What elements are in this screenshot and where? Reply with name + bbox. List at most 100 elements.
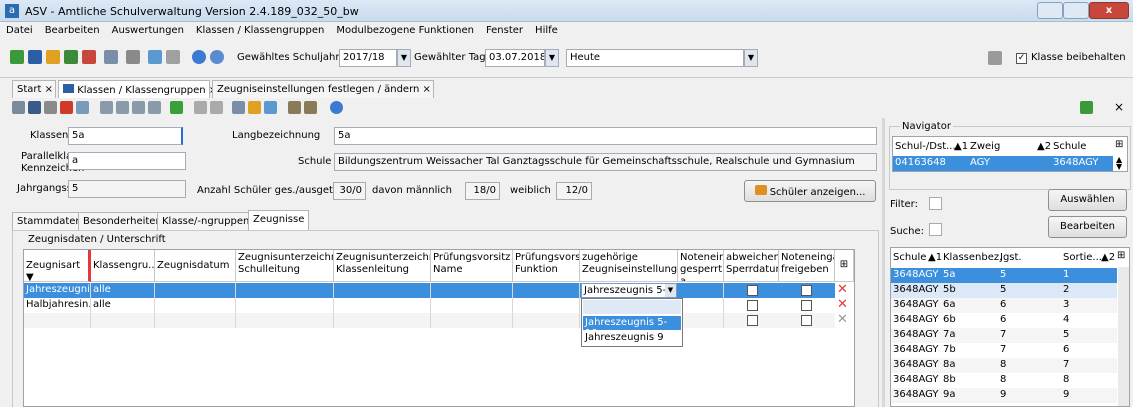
cut-icon[interactable] (194, 101, 207, 114)
filter-icon[interactable] (264, 101, 277, 114)
menu-klassen[interactable]: Klassen / Klassengruppen (190, 22, 330, 40)
grid-icon[interactable] (28, 50, 42, 64)
col-sperrdatum[interactable]: abweichenc Sperrdatum (724, 250, 779, 282)
prev-record-icon[interactable] (116, 101, 129, 114)
col-unterzeichner-schulleitung[interactable]: Zeugnisunterzeichne Schulleitung (236, 250, 334, 282)
freigeben-checkbox[interactable] (801, 300, 812, 311)
col-klassenbez[interactable]: Klassenbez. (943, 252, 1002, 263)
subtab-zeugnisse[interactable]: Zeugnisse (248, 210, 310, 230)
chevron-down-icon[interactable]: ▼ (397, 49, 411, 67)
refresh-right-icon[interactable] (1080, 101, 1093, 114)
freigeben-checkbox[interactable] (801, 315, 812, 326)
list-item[interactable]: 3648AGY 5b 5 2 (891, 283, 1117, 298)
maximize-button[interactable] (1063, 2, 1089, 19)
list-item[interactable]: 3648AGY 5a 5 1 (891, 268, 1117, 283)
close-button[interactable]: x (1089, 2, 1129, 19)
minimize-button[interactable] (1037, 2, 1063, 19)
copy-icon[interactable] (76, 101, 89, 114)
chevron-down-icon[interactable]: ▼ (665, 284, 676, 297)
col-zeugnisdatum[interactable]: Zeugnisdatum (155, 250, 236, 282)
col-sortierung[interactable]: Sortie... (1063, 252, 1102, 263)
delete-icon[interactable] (60, 101, 73, 114)
freigeben-checkbox[interactable] (801, 285, 812, 296)
new-icon[interactable] (12, 101, 25, 114)
tools-icon[interactable] (126, 50, 140, 64)
menu-hilfe[interactable]: Hilfe (529, 22, 564, 40)
users-icon[interactable] (10, 50, 24, 64)
col-klassengruppe[interactable]: Klassengru... (91, 250, 155, 282)
export-icon[interactable] (288, 101, 301, 114)
col-pruefungsvorsitz-name[interactable]: Prüfungsvorsitz Name (431, 250, 513, 282)
delete-row-icon[interactable]: ✕ (837, 313, 851, 327)
menu-auswertungen[interactable]: Auswertungen (106, 22, 190, 40)
print-icon[interactable] (104, 50, 118, 64)
list-item[interactable]: 3648AGY 7a 7 5 (891, 328, 1117, 343)
calendar-chevron-icon[interactable]: ▼ (545, 49, 559, 67)
save-icon[interactable] (28, 101, 41, 114)
col-zeugnisart[interactable]: Zeugnisart ▼ (24, 250, 91, 282)
menu-bearbeiten[interactable]: Bearbeiten (39, 22, 106, 40)
sperrdatum-checkbox[interactable] (747, 300, 758, 311)
heute-chevron-icon[interactable]: ▼ (744, 49, 758, 67)
col-schule[interactable]: Schule (893, 252, 926, 263)
col-unterzeichner-klassenleitung[interactable]: Zeugnisunterzeichne Klassenleitung (334, 250, 431, 282)
col-zeugniseinstellung[interactable]: zugehörige Zeugniseinstellung (580, 250, 678, 282)
suche-checkbox[interactable] (929, 223, 942, 236)
dropdown-option[interactable] (583, 300, 681, 314)
navigator-divider[interactable] (882, 118, 885, 407)
klassenname-input[interactable]: 5a (68, 127, 183, 145)
list-item[interactable]: 3648AGY 6a 6 3 (891, 298, 1117, 313)
menu-modulbezogene-funktionen[interactable]: Modulbezogene Funktionen (330, 22, 480, 40)
undo-icon[interactable] (44, 101, 57, 114)
list-item[interactable]: 3648AGY 6b 6 4 (891, 313, 1117, 328)
first-record-icon[interactable] (100, 101, 113, 114)
col-pruefungsvorsitz-funktion[interactable]: Prüfungsvorsitz Funktion (513, 250, 580, 282)
column-chooser-icon[interactable]: ⊞ (835, 250, 854, 282)
table-row[interactable]: Jahreszeugnis alle Jahreszeugnis 5-1 ▼ (24, 283, 835, 298)
class-icon[interactable] (64, 50, 78, 64)
scrollbar[interactable] (1118, 267, 1129, 406)
print-preview-icon[interactable] (232, 101, 245, 114)
import-icon[interactable] (304, 101, 317, 114)
menu-fenster[interactable]: Fenster (480, 22, 529, 40)
col-zweig[interactable]: Zweig (970, 141, 1000, 152)
menu-datei[interactable]: Datei (0, 22, 39, 40)
tab-zeugniseinstellungen[interactable]: Zeugniseinstellungen festlegen / ändern … (212, 80, 434, 98)
close-panel-icon[interactable]: × (1114, 100, 1124, 114)
last-record-icon[interactable] (148, 101, 161, 114)
dropdown-option[interactable]: Jahreszeugnis 5-10 (583, 316, 681, 339)
flash-icon[interactable] (166, 50, 180, 64)
tag-input[interactable]: 03.07.2018 (485, 49, 545, 67)
sperrdatum-checkbox[interactable] (747, 285, 758, 296)
subtab-besonderheiten[interactable]: Besonderheiten (78, 212, 167, 230)
search-icon[interactable] (248, 101, 261, 114)
tab-start[interactable]: Start × (12, 80, 56, 98)
table-row[interactable]: 04163648 AGY 3648AGY (893, 156, 1113, 171)
auswaehlen-button[interactable]: Auswählen (1048, 189, 1127, 211)
close-icon[interactable]: × (419, 84, 431, 95)
column-chooser-icon[interactable]: ⊞ (1117, 250, 1125, 261)
col-jgst[interactable]: Jgst. (1000, 252, 1022, 263)
help-icon[interactable] (210, 50, 224, 64)
subtab-klassengruppen[interactable]: Klasse/-ngruppen (157, 212, 255, 230)
bearbeiten-button[interactable]: Bearbeiten (1048, 216, 1127, 238)
next-record-icon[interactable] (132, 101, 145, 114)
info-icon[interactable] (192, 50, 206, 64)
langbez-input[interactable]: 5a (334, 127, 877, 145)
lock-icon[interactable] (988, 51, 1002, 65)
paste-icon[interactable] (210, 101, 223, 114)
subtab-stammdaten[interactable]: Stammdaten (12, 212, 87, 230)
list-item[interactable]: 3648AGY 7b 7 6 (891, 343, 1117, 358)
col-noteneingabe-gesperrt[interactable]: Notenein gesperrt a (678, 250, 724, 282)
klasse-beibehalten-checkbox[interactable]: ✓ (1016, 53, 1027, 64)
dropdown-option[interactable]: Jahreszeugnis 9 (583, 331, 681, 345)
list-item[interactable]: 3648AGY 8b 8 8 (891, 373, 1117, 388)
parallel-input[interactable]: a (68, 152, 186, 170)
info2-icon[interactable] (330, 101, 343, 114)
sperrdatum-checkbox[interactable] (747, 315, 758, 326)
schule-input[interactable]: Bildungszentrum Weissacher Tal Ganztagss… (334, 153, 877, 171)
schuljahr-select[interactable]: 2017/18 (339, 49, 397, 67)
delete-row-icon[interactable]: ✕ (837, 283, 851, 297)
group-icon[interactable] (46, 50, 60, 64)
filter-checkbox[interactable] (929, 197, 942, 210)
